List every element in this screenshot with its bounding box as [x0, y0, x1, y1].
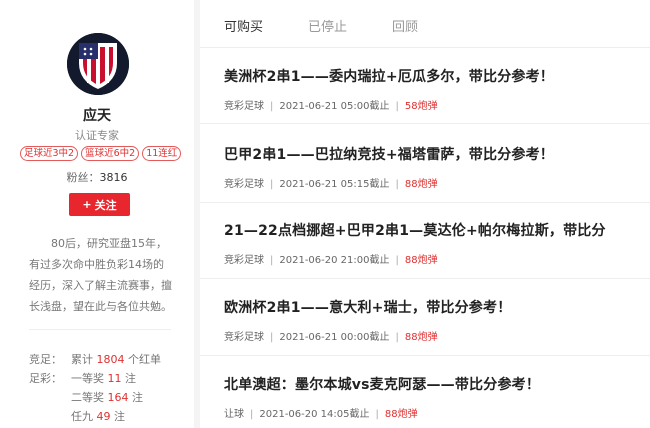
article-category: 竞彩足球: [224, 179, 264, 190]
article-meta: 让球 | 2021-06-20 14:05截止 | 88炮弹: [224, 409, 418, 420]
article-price: 88炮弹: [384, 409, 418, 420]
tab-review[interactable]: 回顾: [392, 16, 418, 35]
badge-basketball-record: 篮球近6中2: [81, 146, 140, 161]
article-category: 竞彩足球: [224, 255, 264, 266]
fans-number: 3816: [99, 171, 128, 184]
divider: [200, 355, 650, 356]
stat-row-jingcai: 竞足： 累计 1804 个红单: [29, 350, 189, 369]
article-deadline: 2021-06-21 05:00截止: [279, 101, 390, 112]
article-list-panel: 可购买 已停止 回顾 美洲杯2串1——委内瑞拉+厄瓜多尔，带比分参考！ 竞彩足球…: [200, 0, 650, 428]
expert-intro: 80后，研究亚盘15年，有过多次命中胜负彩14场的经历，深入了解主流赛事，擅长浅…: [29, 237, 172, 313]
stat-value: 49: [96, 410, 111, 423]
stat-row-second-prize: 二等奖 164 注: [29, 388, 189, 407]
article-title[interactable]: 美洲杯2串1——委内瑞拉+厄瓜多尔，带比分参考！: [224, 66, 644, 86]
divider: [200, 123, 650, 124]
article-price: 88炮弹: [404, 179, 438, 190]
divider: [200, 202, 650, 203]
expert-profile-panel: 应天 认证专家 足球近3中2 篮球近6中2 11连红 粉丝：3816 + 关注 …: [0, 0, 194, 428]
article-category: 让球: [224, 409, 244, 420]
stat-prize-label: 一等奖: [71, 372, 104, 385]
article-meta: 竞彩足球 | 2021-06-21 00:00截止 | 88炮弹: [224, 332, 438, 343]
stat-prize-label: 任九: [71, 410, 93, 423]
article-deadline: 2021-06-21 00:00截止: [279, 332, 390, 343]
certification-label: 认证专家: [75, 129, 119, 142]
article-title[interactable]: 北单澳超：墨尔本城vs麦克阿瑟——带比分参考！: [224, 374, 644, 394]
article-deadline: 2021-06-21 05:15截止: [279, 179, 390, 190]
avatar[interactable]: [67, 33, 129, 95]
stat-unit: 注: [114, 410, 125, 423]
article-title[interactable]: 巴甲2串1——巴拉纳竞技+福塔雷萨，带比分参考！: [224, 144, 644, 164]
fans-label: 粉丝：: [66, 171, 100, 184]
article-deadline: 2021-06-20 21:00截止: [279, 255, 390, 266]
stat-value: 1804: [96, 353, 125, 366]
stat-value: 164: [107, 391, 129, 404]
stat-label: 足彩：: [29, 372, 62, 385]
article-category: 竞彩足球: [224, 101, 264, 112]
stat-label: 竞足：: [29, 353, 62, 366]
stat-unit: 注: [132, 391, 143, 404]
stat-suffix: 个红单: [128, 353, 161, 366]
list-item[interactable]: 美洲杯2串1——委内瑞拉+厄瓜多尔，带比分参考！ 竞彩足球 | 2021-06-21…: [224, 66, 644, 112]
divider: [200, 278, 650, 279]
fans-count: 粉丝：3816: [0, 169, 194, 185]
article-meta: 竞彩足球 | 2021-06-20 21:00截止 | 88炮弹: [224, 255, 438, 266]
divider: [29, 329, 171, 330]
article-meta: 竞彩足球 | 2021-06-21 05:15截止 | 88炮弹: [224, 179, 438, 190]
stat-value: 11: [107, 372, 122, 385]
record-badges: 足球近3中2 篮球近6中2 11连红: [20, 146, 182, 161]
club-crest-icon: [67, 33, 129, 95]
article-title[interactable]: 欧洲杯2串1——意大利+瑞士，带比分参考！: [224, 297, 644, 317]
tab-stopped[interactable]: 已停止: [308, 16, 347, 35]
tab-purchasable[interactable]: 可购买: [224, 16, 263, 35]
plus-icon: +: [82, 198, 92, 211]
tab-bar: 可购买 已停止 回顾: [200, 0, 650, 48]
stat-row-renjiu: 任九 49 注: [29, 407, 189, 426]
list-item[interactable]: 欧洲杯2串1——意大利+瑞士，带比分参考！ 竞彩足球 | 2021-06-21 00…: [224, 297, 644, 343]
badge-win-streak: 11连红: [142, 146, 182, 161]
article-price: 88炮弹: [404, 332, 438, 343]
list-item[interactable]: 北单澳超：墨尔本城vs麦克阿瑟——带比分参考！ 让球 | 2021-06-20 14…: [224, 374, 644, 420]
badge-football-record: 足球近3中2: [20, 146, 79, 161]
expert-name: 应天: [83, 108, 111, 124]
stat-row-first-prize: 足彩： 一等奖 11 注: [29, 369, 189, 388]
article-title[interactable]: 21—22点档挪超+巴甲2串1—莫达伦+帕尔梅拉斯，带比分: [224, 220, 644, 240]
stat-prize-label: 二等奖: [71, 391, 104, 404]
article-category: 竞彩足球: [224, 332, 264, 343]
expert-stats: 竞足： 累计 1804 个红单 足彩： 一等奖 11 注 二等奖 164 注 任…: [29, 350, 189, 426]
follow-label: 关注: [94, 198, 117, 212]
follow-button[interactable]: + 关注: [69, 193, 130, 216]
article-price: 88炮弹: [404, 255, 438, 266]
list-item[interactable]: 21—22点档挪超+巴甲2串1—莫达伦+帕尔梅拉斯，带比分 竞彩足球 | 2021-…: [224, 220, 644, 266]
article-deadline: 2021-06-20 14:05截止: [259, 409, 370, 420]
list-item[interactable]: 巴甲2串1——巴拉纳竞技+福塔雷萨，带比分参考！ 竞彩足球 | 2021-06-21…: [224, 144, 644, 190]
stat-prefix: 累计: [71, 353, 93, 366]
article-price: 58炮弹: [404, 101, 438, 112]
article-meta: 竞彩足球 | 2021-06-21 05:00截止 | 58炮弹: [224, 101, 438, 112]
stat-unit: 注: [125, 372, 136, 385]
